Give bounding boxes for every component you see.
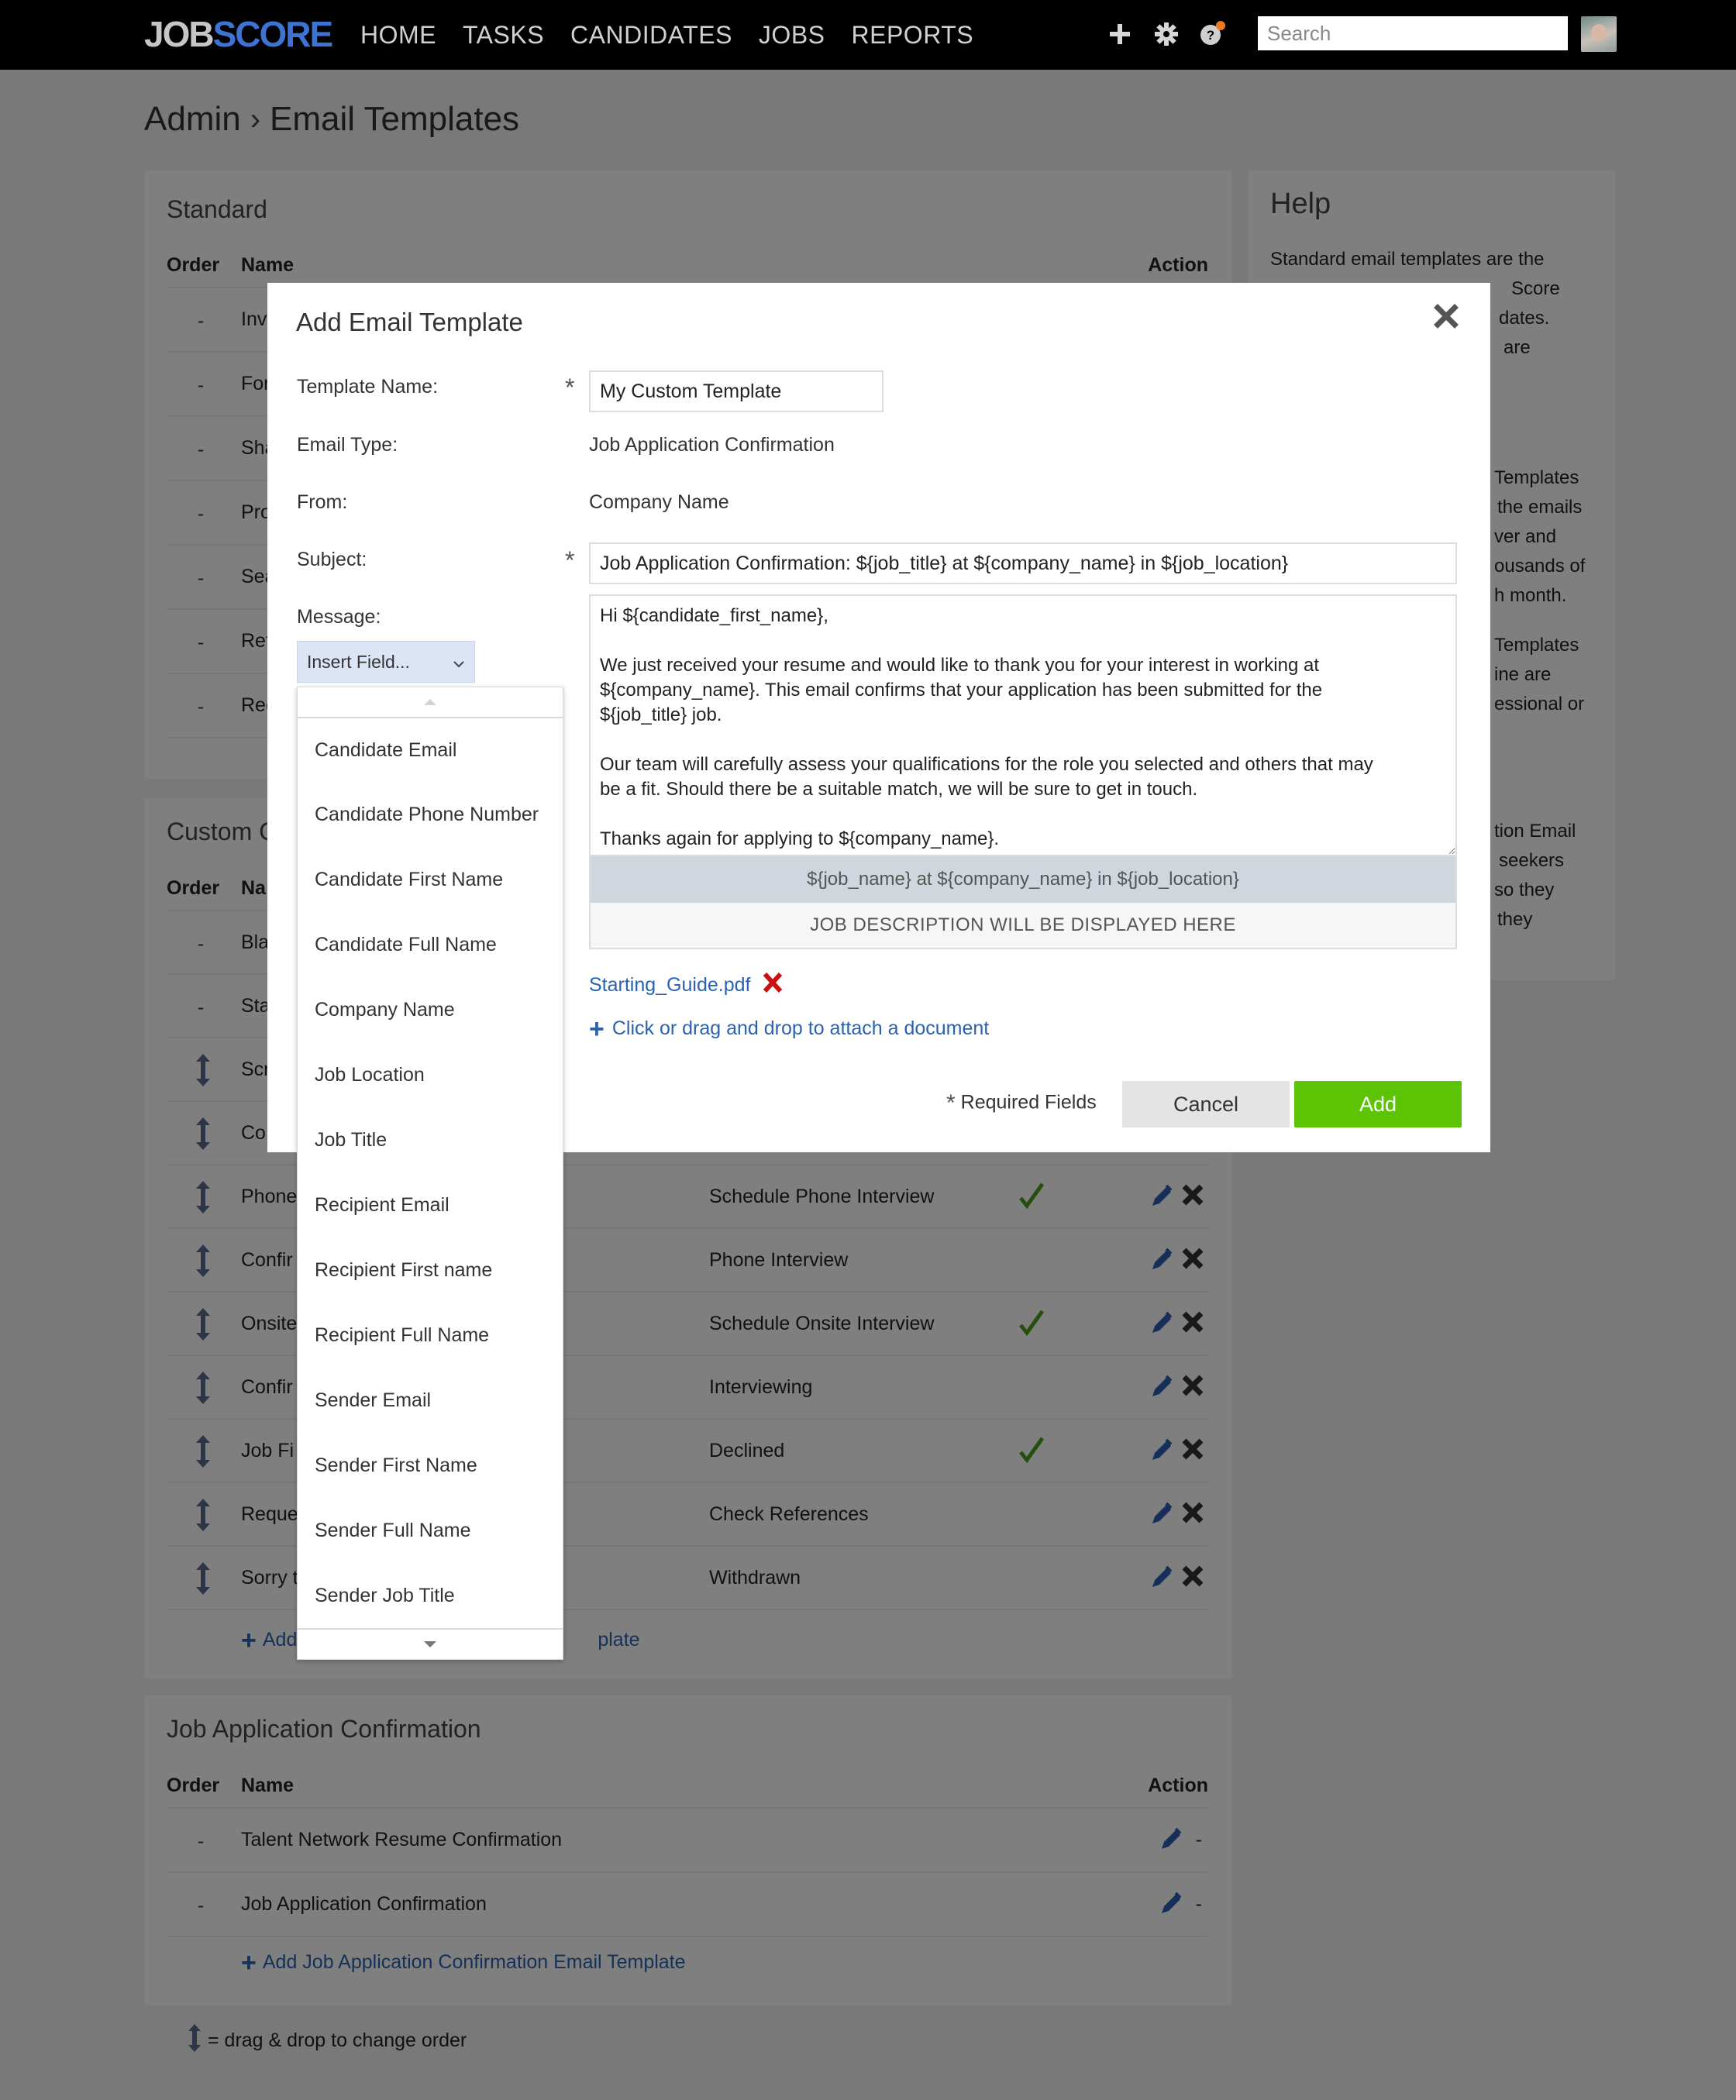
user-avatar[interactable]	[1581, 16, 1617, 52]
insert-field-option[interactable]: Sender Full Name	[298, 1498, 563, 1563]
required-marker: *	[565, 546, 575, 574]
plus-icon: +	[589, 1014, 604, 1044]
insert-field-dropdown[interactable]: Insert Field...	[297, 641, 475, 683]
dialog-title: Add Email Template	[296, 308, 523, 336]
top-navbar: JOBSCORE HOME TASKS CANDIDATES JOBS REPO…	[0, 0, 1736, 70]
insert-field-option[interactable]: Job Location	[298, 1042, 563, 1107]
insert-field-menu: Candidate Email Candidate Phone Number Can…	[297, 687, 563, 1660]
job-header-preview: ${job_name} at ${company_name} in ${job_…	[589, 856, 1457, 903]
jobscore-logo[interactable]: JOBSCORE	[144, 14, 334, 54]
required-marker: *	[946, 1090, 956, 1116]
attach-document-text: Click or drag and drop to attach a docum…	[611, 1017, 990, 1039]
insert-field-option[interactable]: Recipient Email	[298, 1172, 563, 1238]
cancel-button[interactable]: Cancel	[1122, 1081, 1290, 1127]
required-fields-note: * Required Fields	[946, 1090, 1097, 1117]
insert-field-option[interactable]: Sender Email	[298, 1368, 563, 1433]
nav-reports[interactable]: REPORTS	[852, 19, 974, 51]
email-type-value: Job Application Confirmation	[589, 434, 835, 456]
nav-home[interactable]: HOME	[360, 19, 436, 51]
message-textarea[interactable]: Hi ${candidate_first_name}, We just rece…	[589, 594, 1457, 856]
job-description-preview: JOB DESCRIPTION WILL BE DISPLAYED HERE	[589, 903, 1457, 949]
label-from: From:	[297, 491, 348, 513]
close-icon[interactable]	[1433, 303, 1459, 329]
notification-badge	[1216, 21, 1225, 30]
label-email-type: Email Type:	[297, 434, 398, 456]
insert-field-label: Insert Field...	[307, 651, 410, 672]
help-icon[interactable]: ?	[1199, 20, 1227, 48]
remove-attachment-icon[interactable]	[761, 971, 784, 1000]
insert-field-option[interactable]: Candidate First Name	[298, 847, 563, 912]
insert-field-option[interactable]: Recipient First name	[298, 1238, 563, 1303]
insert-field-option[interactable]: Candidate Email	[298, 718, 563, 782]
svg-text:?: ?	[1207, 28, 1214, 43]
add-button[interactable]: Add	[1294, 1081, 1462, 1127]
label-message: Message:	[297, 606, 381, 628]
main-nav: HOME TASKS CANDIDATES JOBS REPORTS	[360, 19, 973, 51]
insert-field-option[interactable]: Job Title	[298, 1107, 563, 1172]
label-subject: Subject:	[297, 549, 367, 570]
gear-icon[interactable]	[1152, 20, 1180, 48]
nav-jobs[interactable]: JOBS	[759, 19, 825, 51]
attachment-item: Starting_Guide.pdf	[589, 971, 784, 1000]
label-template-name: Template Name:	[297, 376, 439, 398]
insert-field-option[interactable]: Sender First Name	[298, 1433, 563, 1498]
insert-field-option[interactable]: Company Name	[298, 977, 563, 1042]
logo-part-score: SCORE	[212, 14, 334, 54]
chevron-down-icon	[453, 652, 465, 673]
from-value: Company Name	[589, 491, 729, 513]
required-note-text: Required Fields	[960, 1091, 1097, 1114]
nav-candidates[interactable]: CANDIDATES	[570, 19, 732, 51]
plus-icon[interactable]	[1106, 20, 1134, 48]
search-input[interactable]	[1258, 16, 1568, 50]
attach-document-link[interactable]: + Click or drag and drop to attach a doc…	[589, 1014, 990, 1044]
insert-field-option[interactable]: Recipient Full Name	[298, 1303, 563, 1368]
attachment-link[interactable]: Starting_Guide.pdf	[589, 974, 750, 997]
insert-field-option[interactable]: Sender Job Title	[298, 1563, 563, 1628]
scroll-up-button[interactable]	[298, 687, 563, 718]
logo-part-job: JOB	[144, 14, 215, 54]
nav-tasks[interactable]: TASKS	[463, 19, 544, 51]
insert-field-option[interactable]: Candidate Phone Number	[298, 782, 563, 847]
subject-input[interactable]	[589, 542, 1457, 584]
scroll-down-button[interactable]	[298, 1628, 563, 1659]
template-name-input[interactable]	[589, 370, 884, 412]
required-marker: *	[565, 374, 575, 401]
insert-field-option[interactable]: Candidate Full Name	[298, 912, 563, 977]
